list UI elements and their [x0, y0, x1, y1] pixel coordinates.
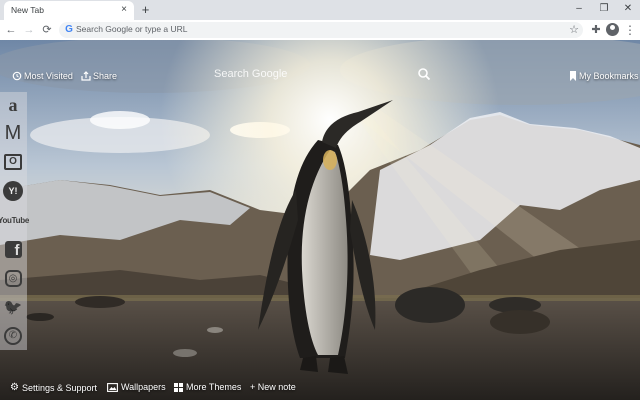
- new-note-button[interactable]: + New note: [250, 382, 296, 392]
- dock-item-whatsapp[interactable]: ✆: [2, 325, 24, 347]
- address-bar[interactable]: G Search Google or type a URL ☆: [59, 22, 583, 38]
- facebook-icon: f: [4, 240, 22, 259]
- profile-avatar-icon[interactable]: [606, 23, 619, 36]
- background-wallpaper: [0, 40, 640, 400]
- tab-title: New Tab: [11, 5, 44, 15]
- dock-item-outlook[interactable]: O: [2, 151, 24, 173]
- dock-item-amazon[interactable]: a: [2, 94, 24, 116]
- share-icon: [81, 71, 91, 81]
- share-button[interactable]: Share: [81, 71, 117, 81]
- tab-new-tab[interactable]: New Tab ×: [4, 1, 134, 20]
- grid-icon: [174, 382, 183, 392]
- my-bookmarks-button[interactable]: My Bookmarks: [569, 71, 639, 81]
- minimize-button[interactable]: –: [567, 1, 591, 17]
- browser-toolbar: ← → ⟳ G Search Google or type a URL ☆ ✚ …: [0, 20, 640, 40]
- tab-strip: New Tab × + – ❐ ✕: [0, 0, 640, 20]
- my-bookmarks-label: My Bookmarks: [579, 71, 639, 81]
- youtube-icon: YouTube: [0, 215, 29, 225]
- gear-icon: ⚙: [10, 382, 19, 393]
- tab-close-icon[interactable]: ×: [118, 4, 130, 16]
- dock-item-yahoo[interactable]: Y!: [2, 180, 24, 202]
- yahoo-icon: Y!: [3, 181, 23, 201]
- whatsapp-icon: ✆: [4, 327, 22, 345]
- reload-button[interactable]: ⟳: [39, 22, 55, 38]
- extensions-icon[interactable]: ✚: [589, 23, 603, 37]
- search-input[interactable]: Search Google: [214, 68, 287, 80]
- new-tab-page: Most Visited Share Search Google My Book…: [0, 40, 640, 400]
- quick-links-dock: a M O Y! YouTube f ◎ 🐦 ✆: [0, 92, 29, 350]
- most-visited-label: Most Visited: [24, 71, 73, 81]
- browser-menu-icon[interactable]: ⋮: [624, 23, 636, 37]
- most-visited-button[interactable]: Most Visited: [12, 71, 73, 81]
- bookmark-star-icon[interactable]: ☆: [569, 23, 579, 37]
- history-icon: [12, 71, 22, 81]
- share-label: Share: [93, 71, 118, 81]
- amazon-icon: a: [8, 95, 18, 115]
- settings-support-button[interactable]: ⚙ Settings & Support: [10, 382, 97, 393]
- bookmark-icon: [570, 71, 576, 81]
- new-note-label: + New note: [250, 382, 296, 392]
- image-icon: [107, 382, 118, 392]
- back-button[interactable]: ←: [3, 22, 19, 38]
- new-tab-button[interactable]: +: [138, 2, 153, 17]
- instagram-icon: ◎: [4, 269, 22, 287]
- more-themes-button[interactable]: More Themes: [174, 382, 241, 392]
- search-icon[interactable]: [417, 67, 431, 81]
- twitter-icon: 🐦: [3, 299, 23, 316]
- dock-item-facebook[interactable]: f: [2, 238, 24, 260]
- dock-item-twitter[interactable]: 🐦: [2, 296, 24, 318]
- maximize-button[interactable]: ❐: [592, 1, 616, 17]
- wallpapers-label: Wallpapers: [121, 382, 166, 392]
- dock-item-instagram[interactable]: ◎: [2, 267, 24, 289]
- dock-item-youtube[interactable]: YouTube: [0, 209, 29, 231]
- close-window-button[interactable]: ✕: [616, 1, 640, 17]
- address-bar-placeholder: Search Google or type a URL: [76, 24, 188, 34]
- gmail-icon: M: [4, 122, 22, 144]
- more-themes-label: More Themes: [186, 382, 242, 392]
- dock-item-gmail[interactable]: M: [2, 122, 24, 144]
- google-icon: G: [65, 24, 73, 35]
- settings-support-label: Settings & Support: [21, 382, 98, 393]
- outlook-icon: O: [4, 154, 22, 170]
- wallpapers-button[interactable]: Wallpapers: [107, 382, 166, 392]
- forward-button[interactable]: →: [21, 22, 37, 38]
